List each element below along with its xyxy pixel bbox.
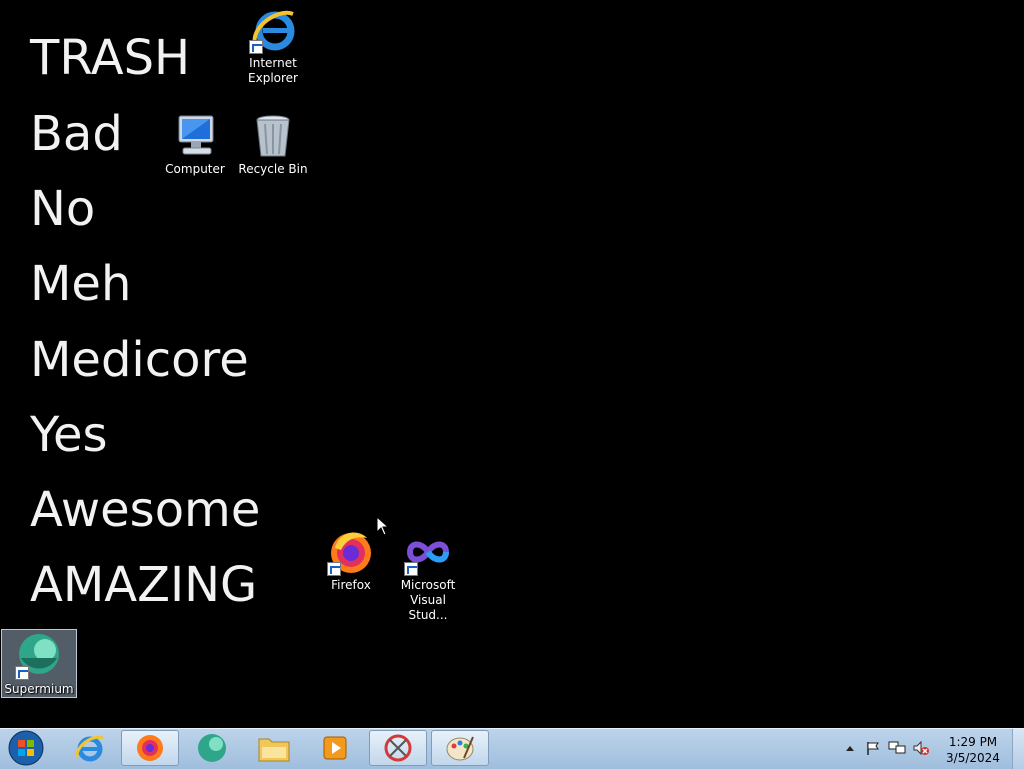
taskbar-media-player-button[interactable] [306,730,364,766]
desktop-icon-label: Microsoft Visual Stud... [400,578,456,622]
shortcut-arrow-icon [249,40,263,54]
wallpaper-word-amazing: AMAZING [30,557,258,613]
taskbar-firefox-button[interactable] [121,730,179,766]
taskbar-internet-explorer-button[interactable] [60,730,118,766]
wallpaper-word-no: No [30,181,96,237]
wallpaper-word-medicore: Medicore [30,332,249,388]
desktop-icon-label: Firefox [331,578,371,592]
desktop-icon-visual-studio[interactable]: Microsoft Visual Stud... [390,528,466,623]
recycle-bin-icon [249,112,297,160]
wallpaper-word-yes: Yes [30,407,108,463]
wallpaper-word-bad: Bad [30,106,123,162]
desktop-icon-label: Internet Explorer [248,56,298,85]
internet-explorer-icon [75,735,104,762]
taskbar-paint-button[interactable] [431,730,489,766]
computer-icon [171,112,219,160]
supermium-icon [15,632,63,680]
network-button[interactable] [886,730,908,766]
taskbar: 1:29 PM 3/5/2024 [0,728,1024,769]
volume-muted-button[interactable] [910,730,932,766]
show-hidden-icons-button[interactable] [843,730,857,766]
supermium-icon [198,734,226,762]
shortcut-arrow-icon [15,666,29,680]
shortcut-arrow-icon [404,562,418,576]
desktop-icon-label: Computer [165,162,225,176]
snipping-tool-icon [384,734,412,762]
folder-icon [258,738,290,762]
desktop-icon-label: Recycle Bin [238,162,308,176]
internet-explorer-icon [249,6,297,54]
firefox-icon [327,528,375,576]
windows-logo-icon [8,730,44,766]
desktop-icon-internet-explorer[interactable]: Internet Explorer [235,6,311,86]
mouse-cursor-icon [376,515,390,540]
wallpaper-word-meh: Meh [30,256,132,312]
clock-time: 1:29 PM [948,735,998,749]
speaker-muted-icon [913,740,929,756]
desktop-icon-computer[interactable]: Computer [157,112,233,177]
wallpaper-word-trash: TRASH [30,30,191,86]
media-player-icon [323,736,347,760]
chevron-up-icon [846,746,854,751]
visual-studio-icon [404,528,452,576]
desktop-icon-label: Supermium [4,682,74,696]
taskbar-snipping-tool-button[interactable] [369,730,427,766]
desktop-icon-supermium[interactable]: Supermium [1,629,77,698]
show-desktop-button[interactable] [1012,729,1024,769]
wallpaper-word-awesome: Awesome [30,482,261,538]
taskbar-windows-explorer-button[interactable] [245,730,303,766]
network-icon [888,741,906,754]
start-button[interactable] [2,730,50,766]
shortcut-arrow-icon [327,562,341,576]
flag-icon [867,742,879,755]
firefox-icon [137,735,163,761]
action-center-button[interactable] [862,730,884,766]
paint-palette-icon [446,736,474,761]
taskbar-clock[interactable]: 1:29 PM 3/5/2024 [930,734,1016,766]
desktop-icon-recycle-bin[interactable]: Recycle Bin [235,112,311,177]
clock-date: 3/5/2024 [946,751,1000,765]
taskbar-supermium-button[interactable] [183,730,241,766]
